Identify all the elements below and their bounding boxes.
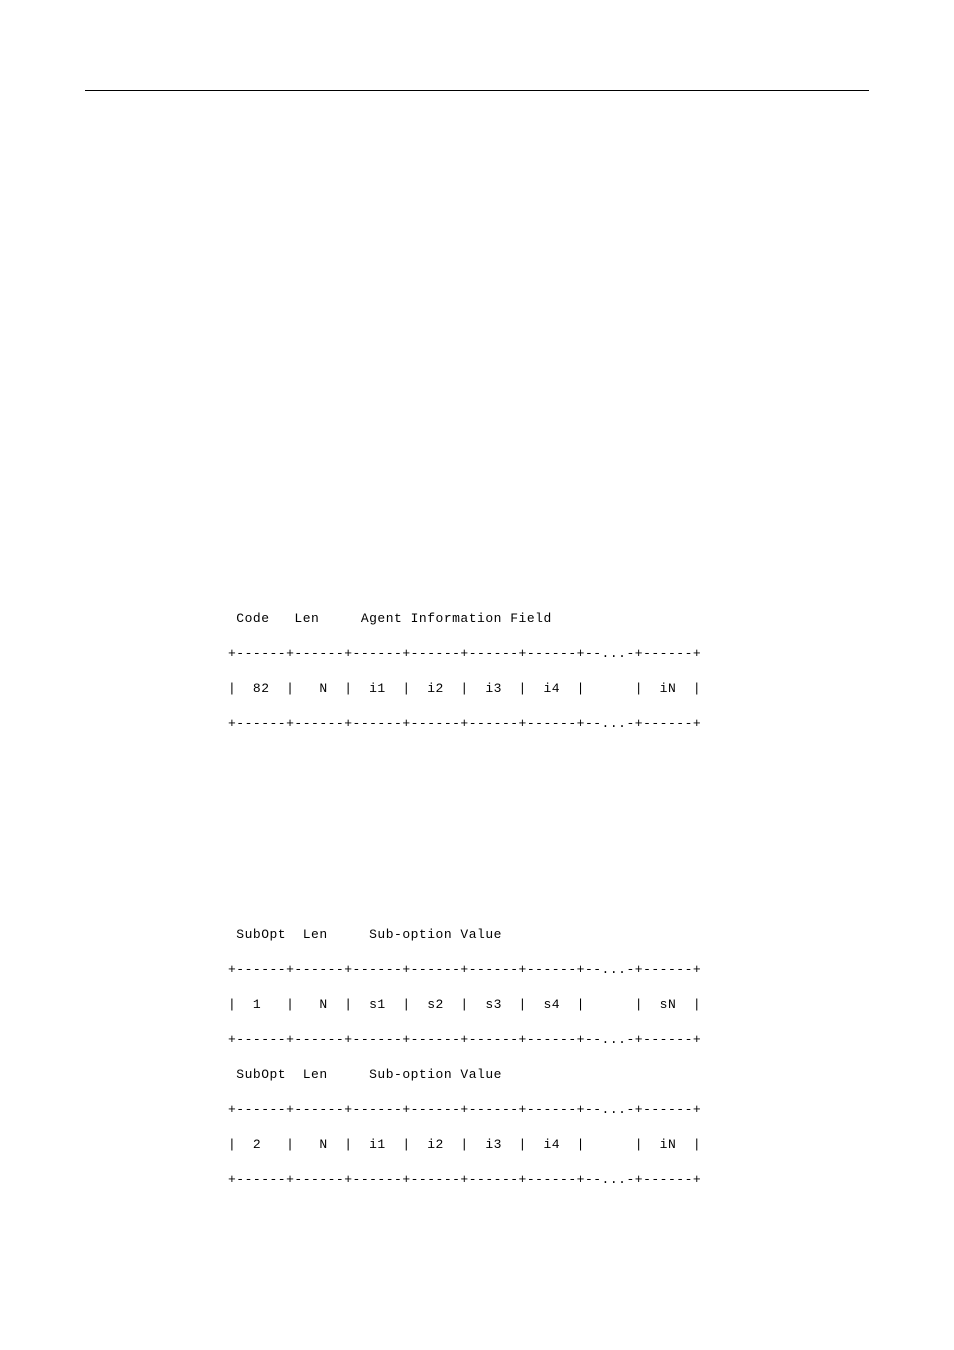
subopt1-row: | 1 | N | s1 | s2 | s3 | s4 | | sN | (228, 997, 701, 1012)
diagram1-border-top: +------+------+------+------+------+----… (228, 646, 701, 661)
subopt2-header: SubOpt Len Sub-option Value (228, 1067, 502, 1082)
subopt2-border-top: +------+------+------+------+------+----… (228, 1102, 701, 1117)
option-82-diagram: Code Len Agent Information Field +------… (228, 592, 701, 750)
subopt2-row: | 2 | N | i1 | i2 | i3 | i4 | | iN | (228, 1137, 701, 1152)
diagram1-header: Code Len Agent Information Field (228, 611, 552, 626)
page-header-rule (85, 90, 869, 91)
subopt1-border-top: +------+------+------+------+------+----… (228, 962, 701, 977)
subopt1-header: SubOpt Len Sub-option Value (228, 927, 502, 942)
diagram1-border-bottom: +------+------+------+------+------+----… (228, 716, 701, 731)
diagram1-row: | 82 | N | i1 | i2 | i3 | i4 | | iN | (228, 681, 701, 696)
sub-options-diagram: SubOpt Len Sub-option Value +------+----… (228, 908, 701, 1206)
subopt2-border-bottom: +------+------+------+------+------+----… (228, 1172, 701, 1187)
subopt1-border-bottom: +------+------+------+------+------+----… (228, 1032, 701, 1047)
